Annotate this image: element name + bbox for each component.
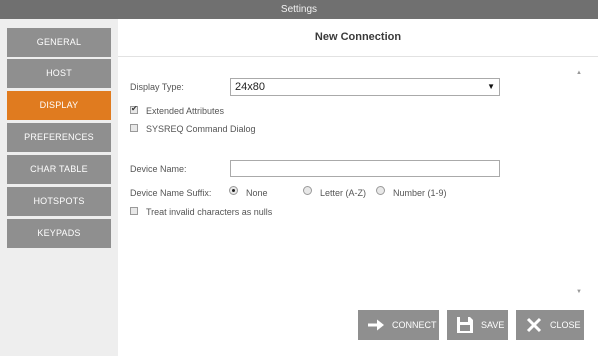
suffix-number-radio[interactable] (376, 186, 385, 195)
floppy-disk-icon (457, 317, 473, 333)
settings-panel: New Connection Display Type: 24x80 ▼ Ext… (118, 19, 598, 356)
suffix-none-label: None (246, 188, 268, 198)
treat-invalid-checkbox[interactable] (130, 207, 138, 215)
treat-invalid-label: Treat invalid characters as nulls (146, 207, 273, 217)
scroll-down-icon[interactable]: ▼ (576, 289, 582, 295)
save-button[interactable]: SAVE (447, 310, 508, 340)
sidebar: GENERAL HOST DISPLAY PREFERENCES CHAR TA… (0, 19, 118, 356)
device-name-label: Device Name: (130, 164, 187, 174)
sidebar-item-preferences[interactable]: PREFERENCES (7, 123, 111, 152)
device-name-suffix-label: Device Name Suffix: (130, 188, 212, 198)
dropdown-arrow-icon: ▼ (487, 82, 495, 91)
sysreq-label: SYSREQ Command Dialog (146, 124, 256, 134)
sidebar-item-hotspots[interactable]: HOTSPOTS (7, 187, 111, 216)
display-type-label: Display Type: (130, 82, 184, 92)
extended-attributes-label: Extended Attributes (146, 106, 225, 116)
suffix-number-label: Number (1-9) (393, 188, 447, 198)
close-button[interactable]: CLOSE (516, 310, 584, 340)
close-button-label: CLOSE (550, 320, 581, 330)
sidebar-item-keypads[interactable]: KEYPADS (7, 219, 111, 248)
display-type-value: 24x80 (235, 81, 265, 93)
form-scrollbar[interactable]: ▲ ▼ (575, 70, 585, 295)
display-type-select[interactable]: 24x80 ▼ (230, 78, 500, 96)
suffix-letter-radio[interactable] (303, 186, 312, 195)
sidebar-item-host[interactable]: HOST (7, 59, 111, 88)
arrow-right-icon (368, 319, 384, 331)
suffix-none-radio[interactable] (229, 186, 238, 195)
window-title: Settings (0, 0, 598, 19)
suffix-letter-label: Letter (A-Z) (320, 188, 367, 198)
device-name-input[interactable] (230, 160, 500, 177)
sidebar-item-display[interactable]: DISPLAY (7, 91, 111, 120)
save-button-label: SAVE (481, 320, 505, 330)
sidebar-item-char-table[interactable]: CHAR TABLE (7, 155, 111, 184)
sidebar-item-general[interactable]: GENERAL (7, 28, 111, 57)
connect-button-label: CONNECT (392, 320, 437, 330)
display-settings-form: Display Type: 24x80 ▼ Extended Attribute… (118, 57, 598, 297)
sysreq-checkbox[interactable] (130, 124, 138, 132)
close-icon (526, 317, 542, 333)
page-title: New Connection (314, 31, 402, 43)
scroll-up-icon[interactable]: ▲ (576, 70, 582, 76)
connect-button[interactable]: CONNECT (358, 310, 439, 340)
extended-attributes-checkbox[interactable] (130, 104, 138, 114)
